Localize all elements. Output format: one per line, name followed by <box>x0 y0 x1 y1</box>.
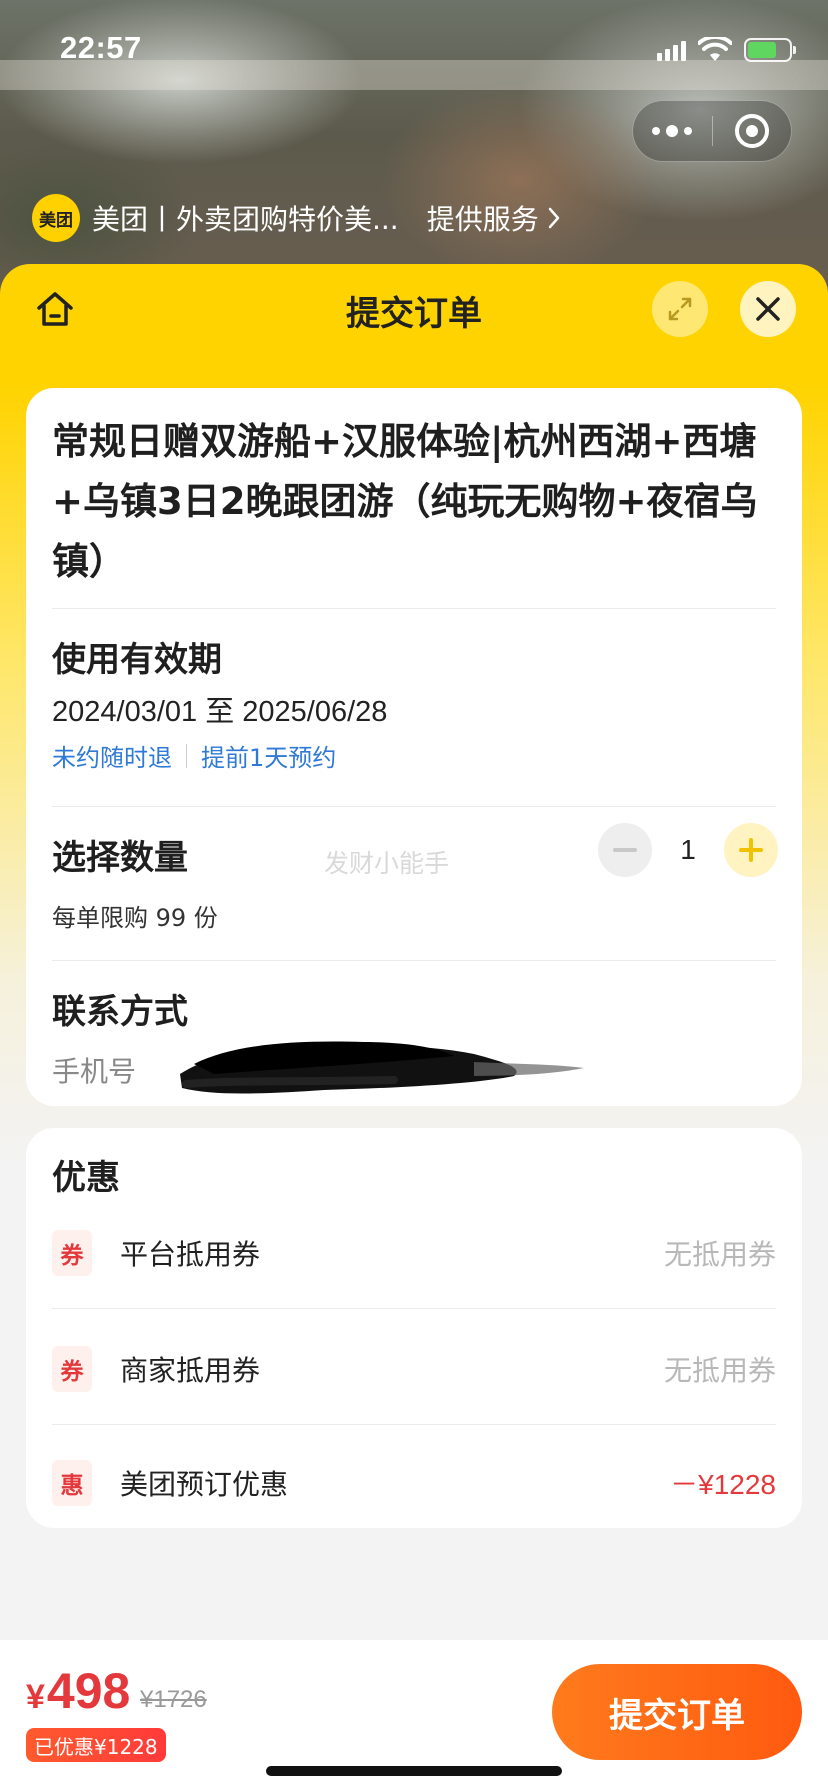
discount-tag: 惠 <box>52 1460 92 1506</box>
status-bar: 22:57 <box>0 0 828 100</box>
refund-tag: 未约随时退 <box>52 744 172 772</box>
status-time: 22:57 <box>60 30 142 65</box>
submit-order-button[interactable]: 提交订单 <box>552 1664 802 1760</box>
wifi-icon <box>698 37 732 61</box>
close-icon <box>756 297 780 321</box>
discount-name: 美团预订优惠 <box>120 1468 289 1501</box>
divider <box>52 806 776 807</box>
divider <box>52 960 776 961</box>
coupon-tag: 券 <box>52 1346 92 1392</box>
reservation-tag: 提前1天预约 <box>201 744 337 772</box>
miniprogram-capsule <box>632 100 792 162</box>
discount-value: －¥1228 <box>670 1469 776 1500</box>
coupon-tag: 券 <box>52 1230 92 1276</box>
battery-icon <box>744 38 796 62</box>
chevron-right-icon <box>548 207 559 229</box>
status-icons <box>657 36 796 64</box>
booking-discount-row: 惠 美团预订优惠 －¥1228 <box>52 1448 776 1518</box>
close-button[interactable] <box>740 281 796 337</box>
validity-tags: 未约随时退 提前1天预约 <box>52 738 336 773</box>
platform-coupon-row[interactable]: 券 平台抵用券 无抵用券 <box>52 1218 776 1288</box>
service-link[interactable]: 提供服务 <box>427 198 561 238</box>
meituan-logo: 美团 <box>32 194 80 242</box>
service-bar[interactable]: 美团 美团丨外卖团购特价美... 提供服务 <box>32 194 561 242</box>
saved-badge: 已优惠¥1228 <box>26 1728 166 1762</box>
exit-target-icon[interactable] <box>713 114 792 148</box>
original-price: ¥1726 <box>140 1686 207 1713</box>
divider <box>52 608 776 609</box>
discount-card: 优惠 券 平台抵用券 无抵用券 券 商家抵用券 无抵用券 惠 美团预订优惠 －¥… <box>26 1128 802 1528</box>
home-indicator <box>266 1766 562 1776</box>
validity-dates: 2024/03/01 至 2025/06/28 <box>52 696 388 728</box>
contact-label: 联系方式 <box>52 992 188 1032</box>
order-sheet: 提交订单 常规日赠双游船+汉服体验|杭州西湖+西塘+乌镇3日2晚跟团游（纯玩无购… <box>0 264 828 1792</box>
signal-icon <box>657 39 686 61</box>
more-icon[interactable] <box>633 125 712 137</box>
coupon-value: 无抵用券 <box>663 1354 776 1387</box>
phone-label: 手机号 <box>52 1055 137 1088</box>
price-value: 498 <box>46 1663 131 1719</box>
divider <box>52 1308 776 1309</box>
order-card: 常规日赠双游船+汉服体验|杭州西湖+西塘+乌镇3日2晚跟团游（纯玩无购物+夜宿乌… <box>26 388 802 1106</box>
quantity-value[interactable]: 1 <box>652 834 724 866</box>
service-link-label: 提供服务 <box>426 203 539 236</box>
validity-label: 使用有效期 <box>52 640 222 680</box>
discount-title: 优惠 <box>52 1158 120 1198</box>
quantity-label: 选择数量 <box>52 838 188 878</box>
coupon-name: 平台抵用券 <box>120 1238 261 1271</box>
minus-icon <box>613 848 637 852</box>
increase-button[interactable] <box>724 823 778 877</box>
sheet-header: 提交订单 <box>0 264 828 354</box>
divider <box>52 1424 776 1425</box>
phone-redaction-scribble[interactable] <box>174 1034 586 1100</box>
price-symbol: ¥ <box>26 1678 45 1716</box>
decrease-button[interactable] <box>598 823 652 877</box>
coupon-value: 无抵用券 <box>663 1238 776 1271</box>
plus-icon <box>739 838 763 862</box>
watermark: 发财小能手 <box>324 849 450 878</box>
merchant-coupon-row[interactable]: 券 商家抵用券 无抵用券 <box>52 1334 776 1404</box>
service-name: 美团丨外卖团购特价美... <box>92 203 399 236</box>
quantity-stepper: 1 <box>598 822 778 878</box>
total-price: ¥ 498 <box>26 1662 130 1720</box>
quantity-limit: 每单限购 99 份 <box>52 904 218 932</box>
expand-icon <box>668 297 692 321</box>
coupon-name: 商家抵用券 <box>120 1354 261 1387</box>
product-title: 常规日赠双游船+汉服体验|杭州西湖+西塘+乌镇3日2晚跟团游（纯玩无购物+夜宿乌… <box>52 420 758 583</box>
expand-button[interactable] <box>652 281 708 337</box>
